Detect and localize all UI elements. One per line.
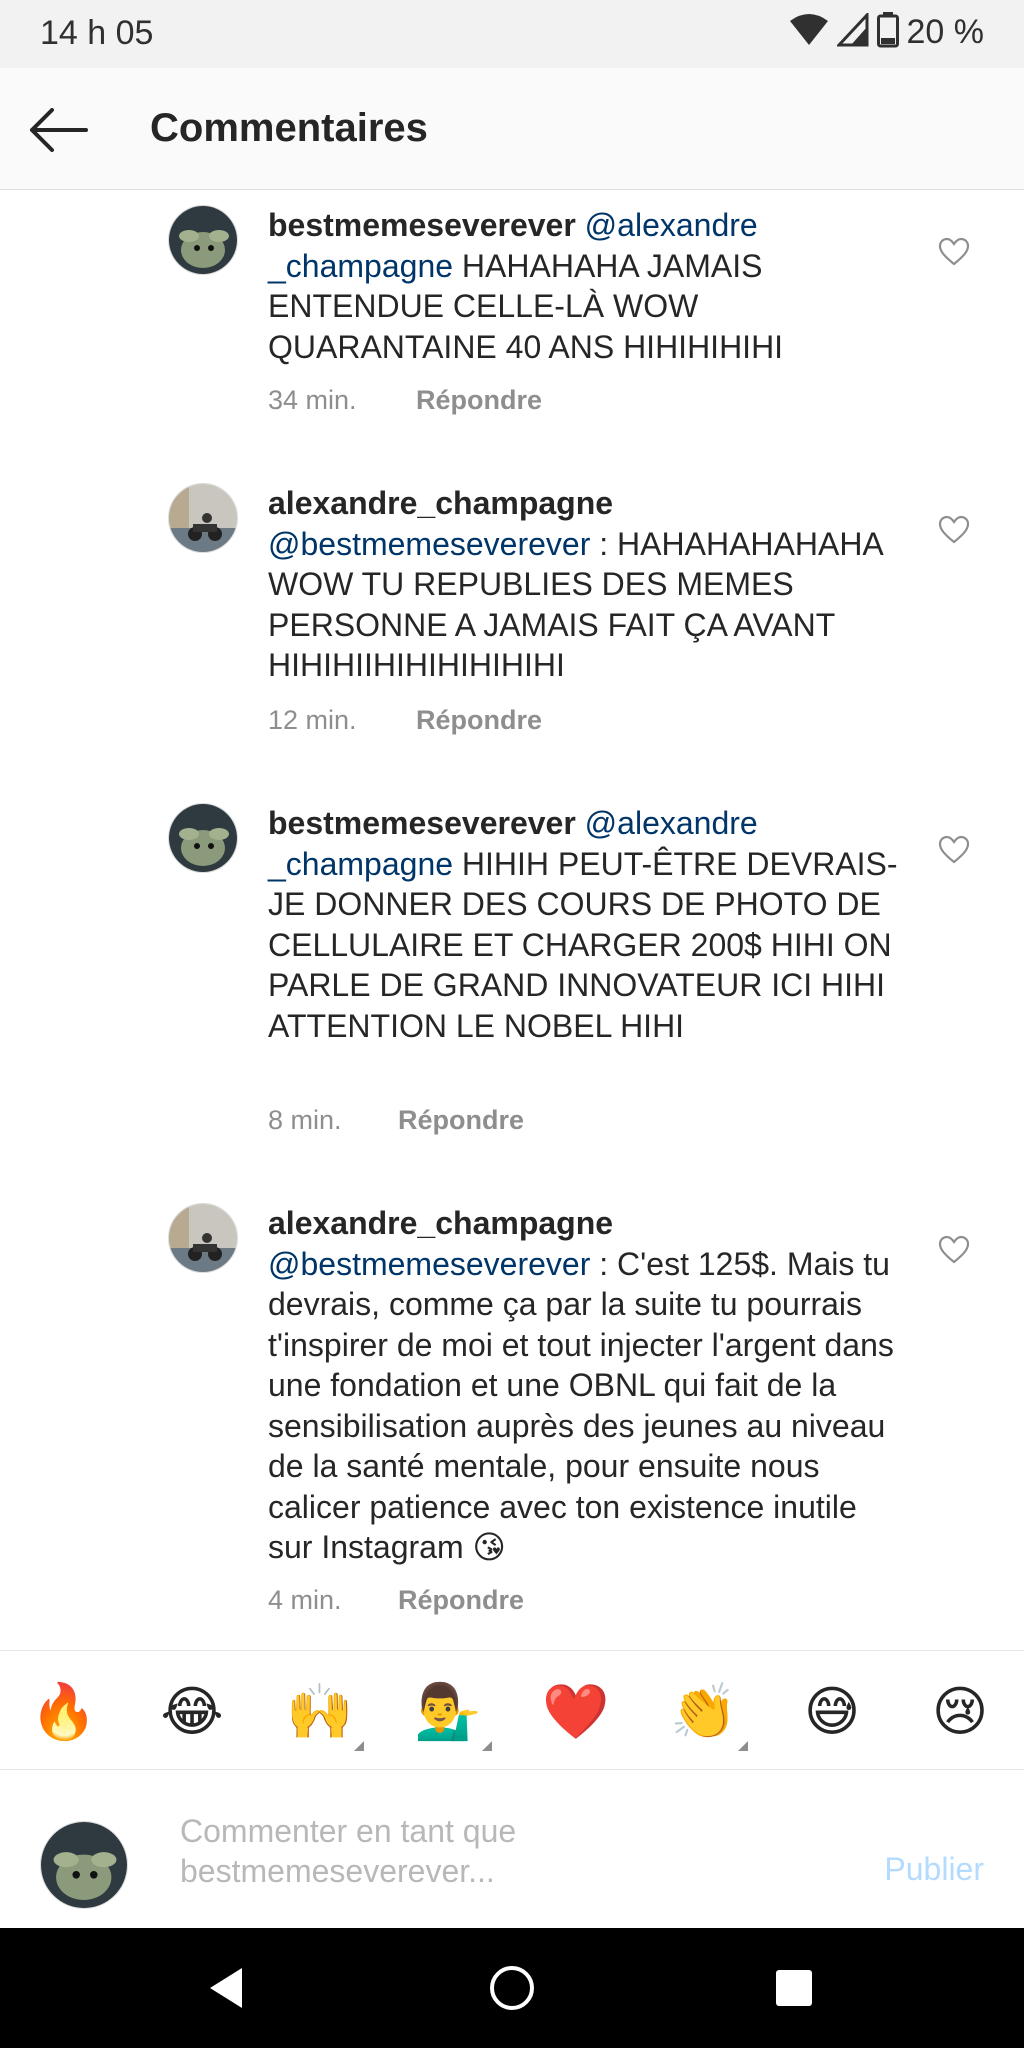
battery-icon — [876, 12, 899, 53]
app-bar: Commentaires — [0, 68, 1024, 190]
avatar[interactable] — [168, 483, 238, 553]
skin-tone-indicator — [738, 1741, 748, 1751]
avatar[interactable] — [168, 803, 238, 873]
avatar[interactable] — [168, 205, 238, 275]
battery-percent: 20 % — [906, 13, 985, 51]
comment-username[interactable]: bestmemeseverever — [268, 805, 576, 841]
clapping-hands-emoji[interactable]: 👏 — [668, 1679, 748, 1751]
sweat-smile-emoji[interactable]: 😅 — [796, 1679, 868, 1745]
comment-username[interactable]: alexandre_champagne — [268, 1205, 613, 1241]
status-indicators: 20 % — [789, 11, 985, 53]
page-title: Commentaires — [150, 106, 428, 150]
arrow-left-icon — [30, 108, 88, 152]
comment-username[interactable]: bestmemeseverever — [268, 207, 576, 243]
heart-icon[interactable] — [938, 1235, 970, 1265]
recents-nav-button[interactable] — [764, 1958, 824, 2018]
comment-time: 12 min. — [268, 705, 357, 735]
tipping-hand-emoji[interactable]: 💁‍♂️ — [412, 1679, 492, 1751]
heart-icon[interactable] — [938, 835, 970, 865]
back-button[interactable] — [26, 98, 90, 162]
comment-text: bestmemeseverever @alexandre _champagne … — [268, 803, 904, 1046]
comment-meta: 8 min. Répondre — [268, 1105, 524, 1136]
wifi-icon — [789, 13, 829, 52]
skin-tone-indicator — [354, 1741, 364, 1751]
avatar[interactable] — [168, 1203, 238, 1273]
emoji-bar: 🔥 😂 🙌 💁‍♂️ ❤️ 👏 😅 😢 — [0, 1650, 1024, 1770]
crying-emoji[interactable]: 😢 — [924, 1679, 996, 1745]
signal-icon — [835, 11, 869, 52]
publish-button[interactable]: Publier — [884, 1851, 984, 1888]
square-recents-icon — [776, 1970, 812, 2006]
reply-button[interactable]: Répondre — [416, 385, 542, 416]
home-nav-button[interactable] — [482, 1958, 542, 2018]
status-bar: 14 h 05 20 % — [0, 0, 1024, 68]
comment-content: : C'est 125$. Mais tu devrais, comme ça … — [268, 1245, 894, 1566]
navigation-bar — [0, 1928, 1024, 2048]
skin-tone-indicator — [482, 1741, 492, 1751]
reply-button[interactable]: Répondre — [416, 705, 542, 736]
comment-meta: 34 min. Répondre — [268, 385, 542, 416]
comment-mention[interactable]: @bestmemeseverever — [268, 1246, 590, 1282]
heart-icon[interactable] — [938, 237, 970, 267]
comment-meta: 12 min. Répondre — [268, 705, 542, 736]
comment-time: 34 min. — [268, 385, 357, 415]
back-nav-button[interactable] — [196, 1958, 256, 2018]
red-heart-emoji[interactable]: ❤️ — [540, 1679, 612, 1745]
comment-text: alexandre_champagne @bestmemeseverever :… — [268, 1203, 904, 1568]
fire-emoji[interactable]: 🔥 — [28, 1679, 100, 1745]
comment-username[interactable]: alexandre_champagne — [268, 485, 613, 521]
reply-button[interactable]: Répondre — [398, 1585, 524, 1616]
triangle-back-icon — [210, 1968, 242, 2008]
tears-of-joy-emoji[interactable]: 😂 — [156, 1679, 228, 1745]
comment-mention[interactable]: @bestmemeseverever — [268, 526, 590, 562]
heart-icon[interactable] — [938, 515, 970, 545]
comment-time: 4 min. — [268, 1585, 342, 1615]
reply-button[interactable]: Répondre — [398, 1105, 524, 1136]
comment-composer: Commenter en tant que bestmemeseverever.… — [0, 1771, 1024, 1927]
comment-input[interactable]: Commenter en tant que bestmemeseverever.… — [180, 1811, 820, 1891]
raising-hands-emoji[interactable]: 🙌 — [284, 1679, 364, 1751]
comment-time: 8 min. — [268, 1105, 342, 1135]
comment-meta: 4 min. Répondre — [268, 1585, 524, 1616]
comment-text: alexandre_champagne @bestmemeseverever :… — [268, 483, 904, 686]
avatar — [40, 1821, 128, 1909]
comments-list[interactable]: bestmemeseverever @alexandre _champagne … — [0, 191, 1024, 1649]
comment-text: bestmemeseverever @alexandre _champagne … — [268, 205, 904, 367]
circle-home-icon — [490, 1966, 534, 2010]
status-time: 14 h 05 — [40, 14, 154, 52]
